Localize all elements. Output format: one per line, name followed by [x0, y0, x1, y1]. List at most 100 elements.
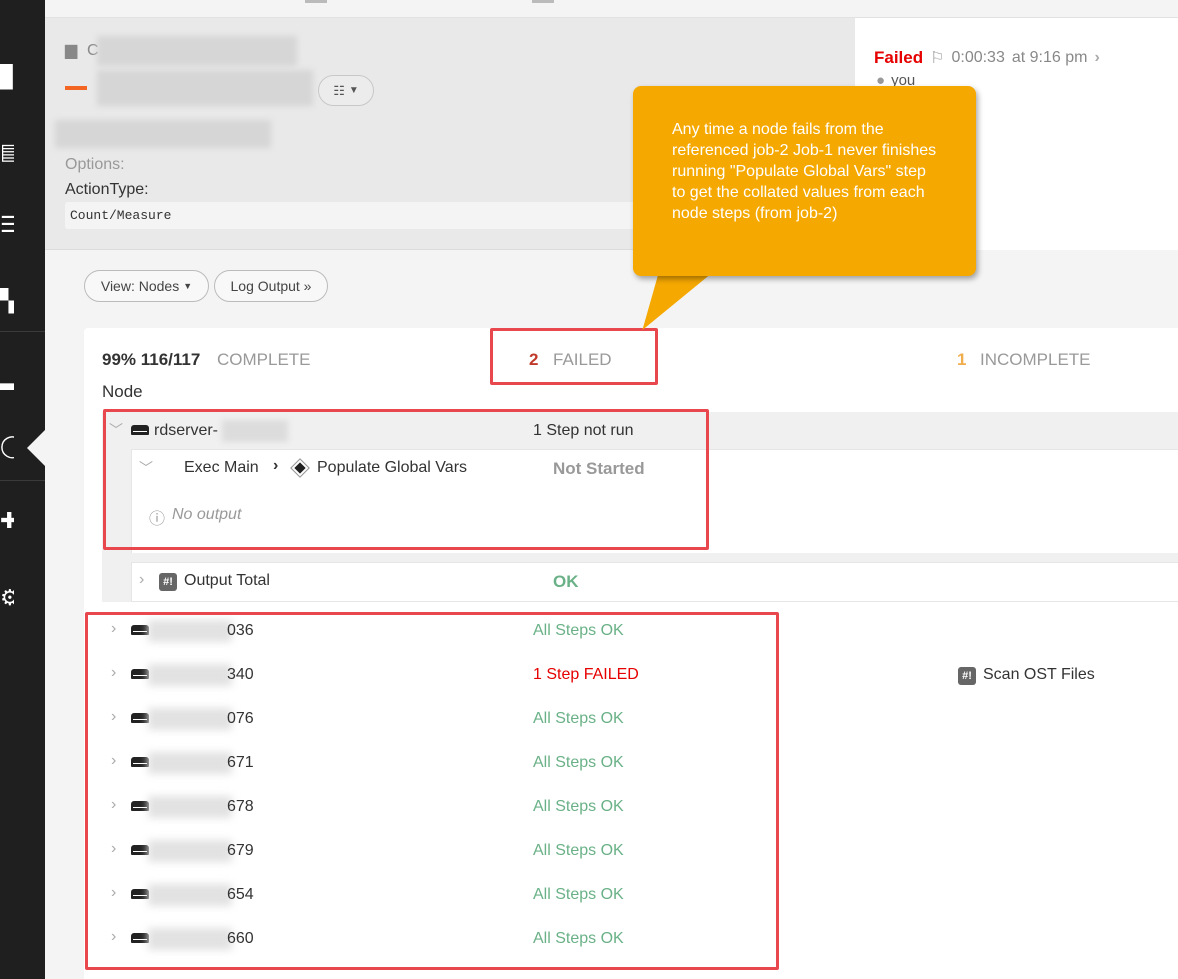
table-row[interactable]: › 036 All Steps OK — [102, 610, 1178, 654]
plugin-icon[interactable]: ✚ — [0, 508, 14, 534]
node-column-header: Node — [102, 382, 143, 401]
table-row[interactable]: › 660 All Steps OK — [102, 918, 1178, 962]
folder-icon: ▆ — [65, 42, 78, 59]
chevron-right-icon[interactable]: › — [111, 752, 116, 770]
view-nodes-button[interactable]: View: Nodes ▼ — [84, 270, 209, 302]
failed-count[interactable]: 2 — [529, 350, 538, 370]
status-dash — [65, 86, 87, 90]
list-icon[interactable]: ☰ — [0, 212, 14, 238]
duration: 0:00:33 — [951, 49, 1005, 66]
node-status: 1 Step not run — [533, 422, 634, 439]
step-parent[interactable]: Exec Main — [184, 459, 259, 477]
table-row[interactable]: › 654 All Steps OK — [102, 874, 1178, 918]
output-total-row[interactable]: › #! Output Total OK — [131, 562, 1178, 602]
host-suffix[interactable]: 678 — [227, 798, 254, 816]
host-suffix[interactable]: 671 — [227, 754, 254, 772]
output-status: OK — [553, 572, 579, 591]
redacted-host — [148, 796, 232, 818]
chevron-right-icon[interactable]: › — [111, 664, 116, 682]
tab-marker[interactable] — [532, 0, 554, 3]
redacted-host — [148, 884, 232, 906]
sidebar-divider — [0, 480, 45, 481]
incomplete-count[interactable]: 1 — [957, 350, 966, 370]
host-suffix[interactable]: 660 — [227, 930, 254, 948]
server-icon — [131, 425, 149, 435]
failed-label[interactable]: FAILED — [553, 350, 612, 370]
callout-text: Any time a node fails from the reference… — [672, 121, 937, 222]
redacted-host — [148, 620, 232, 642]
host-status: All Steps OK — [533, 754, 624, 771]
sidebar: ▊ ▤ ☰ ▚ ▬ ◯ ✚ ⚙ — [0, 0, 45, 979]
table-row[interactable]: › 340 1 Step FAILED #! Scan OST Files — [102, 654, 1178, 698]
script-icon: #! — [958, 666, 976, 685]
progress-percent: 99% 116/117 — [102, 350, 201, 369]
server-icon — [131, 713, 149, 723]
host-suffix[interactable]: 340 — [227, 666, 254, 684]
node-results-card: 99% 116/117 COMPLETE 2 FAILED 1 INCOMPLE… — [84, 328, 1178, 979]
chevron-down-icon[interactable]: ﹀ — [139, 458, 153, 478]
redacted-group — [97, 36, 297, 66]
chevron-right-icon[interactable]: › — [111, 708, 116, 726]
document-icon[interactable]: ▤ — [0, 139, 14, 165]
host-status: All Steps OK — [533, 622, 624, 639]
host-status: All Steps OK — [533, 710, 624, 727]
tab-marker[interactable] — [305, 0, 327, 3]
server-icon — [131, 845, 149, 855]
chevron-right-icon: › — [273, 457, 279, 474]
chevron-right-icon[interactable]: › — [111, 884, 116, 902]
host-status: All Steps OK — [533, 798, 624, 815]
step-type-icon — [290, 458, 310, 479]
table-row[interactable]: › 076 All Steps OK — [102, 698, 1178, 742]
chevron-right-icon[interactable]: › — [139, 571, 144, 589]
chevron-right-icon[interactable]: › — [111, 928, 116, 946]
no-output-text: No output — [172, 506, 242, 523]
dash-icon[interactable]: ▬ — [0, 370, 14, 396]
sidebar-divider — [0, 331, 45, 332]
expanded-node: ﹀ rdserver- 1 Step not run ﹀ Exec Main ›… — [102, 412, 1178, 602]
view-nodes-label: View: Nodes — [100, 278, 180, 294]
caret-down-icon: ▼ — [348, 85, 359, 96]
flag-icon: ⚐ — [930, 50, 945, 67]
host-suffix[interactable]: 036 — [227, 622, 254, 640]
server-icon — [131, 889, 149, 899]
table-row[interactable]: › 671 All Steps OK — [102, 742, 1178, 786]
redacted-host — [148, 708, 232, 730]
status-badge: Failed — [874, 48, 924, 67]
incomplete-label[interactable]: INCOMPLETE — [980, 350, 1091, 370]
node-name[interactable]: rdserver- — [154, 422, 218, 440]
chevron-right-icon[interactable]: › — [111, 620, 116, 638]
output-step-name[interactable]: Output Total — [184, 572, 270, 590]
redacted-host — [148, 928, 232, 950]
list-icon: ☷ — [333, 82, 345, 98]
host-suffix[interactable]: 679 — [227, 842, 254, 860]
server-icon — [131, 801, 149, 811]
table-row[interactable]: › 679 All Steps OK — [102, 830, 1178, 874]
job-actions-button[interactable]: ☷ ▼ — [318, 75, 374, 106]
table-row[interactable]: › 678 All Steps OK — [102, 786, 1178, 830]
activity-icon[interactable]: ◯ — [0, 433, 14, 459]
chevron-right-icon[interactable]: › — [1094, 49, 1099, 67]
log-output-button[interactable]: Log Output » — [214, 270, 328, 302]
server-icon — [131, 625, 149, 635]
host-suffix[interactable]: 076 — [227, 710, 254, 728]
chart-icon[interactable]: ▊ — [0, 64, 14, 90]
host-suffix[interactable]: 654 — [227, 886, 254, 904]
action-type-value: Count/Measure — [65, 202, 705, 229]
chevron-right-icon[interactable]: › — [111, 840, 116, 858]
redacted-node-suffix — [222, 420, 288, 442]
redacted-host — [148, 840, 232, 862]
server-icon — [131, 669, 149, 679]
host-status: 1 Step FAILED — [533, 666, 639, 683]
settings-icon[interactable]: ⚙ — [0, 585, 14, 611]
caret-down-icon: ▼ — [183, 281, 193, 291]
chevron-down-icon[interactable]: ﹀ — [109, 420, 123, 440]
host-status: All Steps OK — [533, 930, 624, 947]
options-label: Options: — [65, 156, 125, 173]
nodes-icon[interactable]: ▚ — [0, 288, 14, 314]
log-output-label: Log Output » — [230, 278, 312, 294]
failed-step-name[interactable]: Scan OST Files — [983, 666, 1095, 684]
content-area: View: Nodes ▼ Log Output » 99% 116/117 C… — [45, 250, 1178, 979]
chevron-right-icon[interactable]: › — [111, 796, 116, 814]
active-indicator — [27, 430, 45, 466]
step-name[interactable]: Populate Global Vars — [317, 459, 467, 477]
